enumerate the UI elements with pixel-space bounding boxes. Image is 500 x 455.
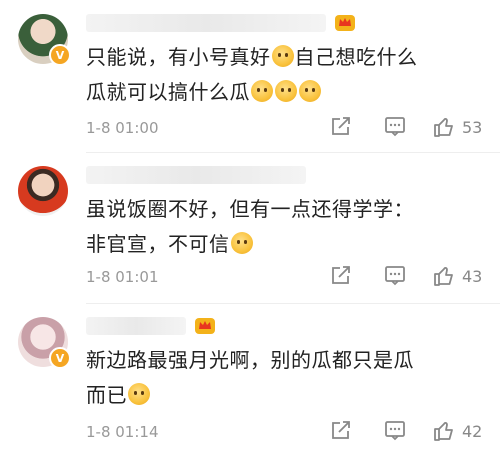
comment-text: 新边路最强月光啊，别的瓜都只是瓜 而已: [86, 348, 414, 407]
like-icon: [434, 267, 453, 286]
emoji-icon: [251, 80, 273, 102]
emoji-icon: [299, 80, 321, 102]
avatar[interactable]: V: [18, 317, 71, 369]
like-count: 53: [462, 117, 483, 137]
emoji-icon: [275, 80, 297, 102]
like-button[interactable]: 42: [432, 419, 482, 443]
share-button[interactable]: [330, 419, 352, 441]
username-blurred[interactable]: [86, 317, 186, 337]
reply-button[interactable]: [384, 419, 406, 441]
crown-icon: [335, 15, 355, 31]
like-icon: [434, 118, 453, 137]
comment-time: 1-8 01:01: [86, 268, 159, 286]
crown-icon: [195, 318, 215, 334]
reply-icon: [385, 117, 405, 137]
avatar[interactable]: [18, 166, 68, 216]
verified-icon: V: [49, 347, 71, 369]
reply-button[interactable]: [384, 115, 406, 137]
emoji-icon: [128, 383, 150, 405]
like-count: 42: [462, 421, 483, 441]
comment-item: 虽说饭圈不好，但有一点还得学学： 非官宣，不可信 1-8 01:01 43: [0, 152, 500, 303]
like-icon: [434, 422, 453, 441]
comment-item: V 只能说，有小号真好 自己想吃什么 瓜就可以搞什么瓜 1-8 01:00 53: [0, 0, 500, 152]
emoji-icon: [230, 232, 253, 254]
share-button[interactable]: [330, 115, 352, 137]
share-icon: [332, 421, 350, 439]
avatar[interactable]: V: [18, 14, 71, 66]
comment-time: 1-8 01:14: [86, 423, 159, 441]
username-blurred[interactable]: [86, 166, 306, 186]
comment-text: 虽说饭圈不好，但有一点还得学学： 非官宣，不可信: [86, 197, 414, 256]
like-button[interactable]: 43: [432, 264, 482, 288]
share-icon: [332, 266, 350, 284]
reply-button[interactable]: [384, 264, 406, 286]
like-count: 43: [462, 266, 483, 286]
share-icon: [332, 117, 350, 135]
reply-icon: [385, 266, 405, 286]
comment-meta: 1-8 01:14 42: [86, 419, 500, 449]
verified-icon: V: [49, 44, 71, 66]
comment-meta: 1-8 01:01 43: [86, 264, 500, 294]
username-blurred[interactable]: [86, 14, 326, 34]
like-button[interactable]: 53: [432, 115, 482, 139]
reply-icon: [385, 421, 405, 441]
comment-text: 只能说，有小号真好 自己想吃什么 瓜就可以搞什么瓜: [86, 45, 418, 104]
emoji-icon: [271, 45, 294, 67]
comment-time: 1-8 01:00: [86, 119, 159, 137]
comment-item: V 新边路最强月光啊，别的瓜都只是瓜 而已 1-8 01:14 42: [0, 303, 500, 455]
comment-meta: 1-8 01:00 53: [86, 115, 500, 145]
share-button[interactable]: [330, 264, 352, 286]
